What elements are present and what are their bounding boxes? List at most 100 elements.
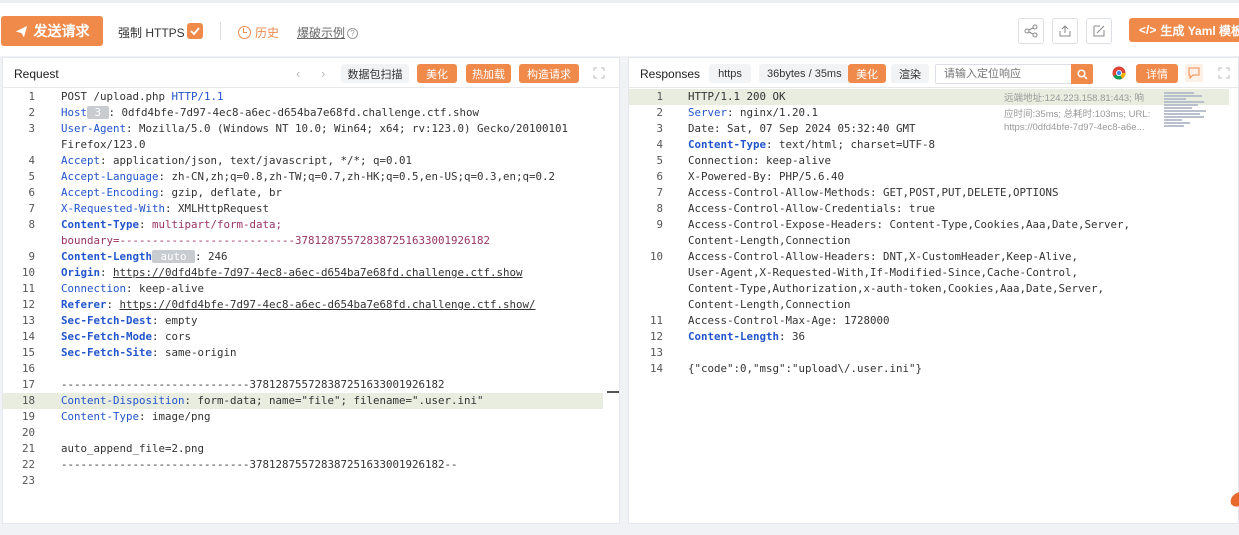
line-text: Access-Control-Allow-Headers: DNT,X-Cust… [688,250,1079,263]
line-number: 10 [649,250,663,263]
line-number: 15 [21,346,35,359]
generate-yaml-button[interactable]: </> 生成 Yaml 模板 [1129,18,1239,42]
code-icon: </> [1139,23,1157,37]
fullscreen-icon[interactable] [1218,67,1230,79]
code-line: Content-Length,Connection [629,297,1229,313]
response-url-info: https://0dfd4bfe-7d97-4ec8-a6e... [1004,122,1145,133]
share-icon [1024,24,1038,38]
line-text: Referer: https://0dfd4bfe-7d97-4ec8-a6ec… [61,298,536,311]
code-line: 23 [3,473,603,489]
code-line: 16 [3,361,603,377]
line-number: 5 [656,154,663,167]
send-icon [15,25,27,37]
comment-button[interactable] [1185,64,1203,82]
code-line: 8 Content-Type: multipart/form-data; [3,217,603,233]
search-icon [1076,68,1088,80]
mascot-icon[interactable] [1227,490,1239,508]
line-text: Content-Type,Authorization,x-auth-token,… [688,282,1105,295]
force-https-label: 强制 HTTPS [118,26,185,40]
line-number: 9 [656,218,663,231]
response-header: Responses https 36bytes / 35ms 美化 渲染 详情 [629,58,1238,88]
line-text: POST /upload.php HTTP/1.1 [61,90,224,103]
history-label: 历史 [255,26,280,40]
line-number: 9 [28,250,35,263]
fullscreen-icon[interactable] [593,67,605,79]
history-button[interactable]: 历史 [238,24,279,41]
code-line: 17 -----------------------------378128755… [3,377,603,393]
line-number: 3 [28,122,35,135]
packet-scan-button[interactable]: 数据包扫描 [341,64,409,83]
code-line: Content-Length,Connection [629,233,1229,249]
line-number: 17 [21,378,35,391]
line-number: 12 [649,330,663,343]
request-header: Request ‹ › 数据包扫描 美化 热加载 构造请求 [3,58,619,88]
line-number: 2 [28,106,35,119]
beautify-button[interactable]: 美化 [848,64,886,83]
line-text: Accept-Language: zh-CN,zh;q=0.8,zh-TW;q=… [61,170,556,183]
line-text: auto_append_file=2.png [61,442,205,455]
line-text: Origin: https://0dfd4bfe-7d97-4ec8-a6ec-… [61,266,523,279]
line-text: Sec-Fetch-Site: same-origin [61,346,237,359]
line-text: Content-Length,Connection [688,234,851,247]
export-icon [1059,25,1071,37]
line-text: Server: nginx/1.20.1 [688,106,819,119]
brute-force-example-link[interactable]: 爆破示例? [297,24,359,41]
line-text: Connection: keep-alive [61,282,205,295]
comment-icon [1188,67,1200,79]
line-number: 19 [21,410,35,423]
protocol-tab[interactable]: https [709,64,751,83]
size-time-tab[interactable]: 36bytes / 35ms [759,64,849,83]
line-number: 3 [656,122,663,135]
hot-load-button[interactable]: 热加载 [466,64,511,83]
chrome-icon[interactable] [1112,66,1126,80]
line-number: 20 [21,426,35,439]
detail-button[interactable]: 详情 [1136,64,1178,83]
send-request-label: 发送请求 [33,23,90,39]
checkmark-icon [190,27,200,36]
send-request-button[interactable]: 发送请求 [1,16,103,46]
code-line: boundary=---------------------------3781… [3,233,603,249]
line-number: 8 [28,218,35,231]
render-button[interactable]: 渲染 [891,64,929,83]
request-title: Request [14,67,59,81]
code-line: 13 [629,345,1229,361]
line-text: Content-Length auto : 246 [61,250,228,263]
line-text: X-Requested-With: XMLHttpRequest [61,202,270,215]
edit-button[interactable] [1086,18,1112,44]
code-line: 11 Connection: keep-alive [3,281,603,297]
line-number: 7 [28,202,35,215]
line-text: Host 3 : 0dfd4bfe-7d97-4ec8-a6ec-d654ba7… [61,106,480,119]
code-line: 21 auto_append_file=2.png [3,441,603,457]
line-number: 11 [21,282,35,295]
beautify-button[interactable]: 美化 [417,64,457,83]
prev-arrow-icon[interactable]: ‹ [296,66,300,81]
edit-icon [1093,25,1105,37]
code-line: 11 Access-Control-Max-Age: 1728000 [629,313,1229,329]
line-number: 18 [21,394,35,407]
line-text: Content-Disposition: form-data; name="fi… [61,394,484,407]
code-line: 3 User-Agent: Mozilla/5.0 (Windows NT 10.… [3,121,603,137]
force-https-checkbox[interactable] [187,23,203,39]
line-text: HTTP/1.1 200 OK [688,90,786,103]
next-arrow-icon[interactable]: › [321,66,325,81]
line-number: 1 [28,90,35,103]
line-number: 2 [656,106,663,119]
search-button[interactable] [1071,64,1093,84]
line-text: -----------------------------37812875572… [61,458,458,471]
code-line: 6 Accept-Encoding: gzip, deflate, br [3,185,603,201]
line-text: Content-Length,Connection [688,298,851,311]
response-time-info: 应时间:35ms; 总耗时:103ms; URL: [1004,109,1151,120]
build-request-button[interactable]: 构造请求 [519,64,579,83]
code-line: 6 X-Powered-By: PHP/5.6.40 [629,169,1229,185]
code-line: 4 Accept: application/json, text/javascri… [3,153,603,169]
code-line: 14 Sec-Fetch-Mode: cors [3,329,603,345]
line-number: 13 [21,314,35,327]
export-button[interactable] [1052,18,1078,44]
code-line: 5 Connection: keep-alive [629,153,1229,169]
locate-response-input[interactable] [935,64,1093,84]
share-button[interactable] [1018,18,1044,44]
code-minimap[interactable] [1164,91,1206,143]
line-number: 21 [21,442,35,455]
request-panel: Request ‹ › 数据包扫描 美化 热加载 构造请求 1 POST /upl… [2,57,620,524]
response-panel: Responses https 36bytes / 35ms 美化 渲染 详情 … [628,57,1239,524]
